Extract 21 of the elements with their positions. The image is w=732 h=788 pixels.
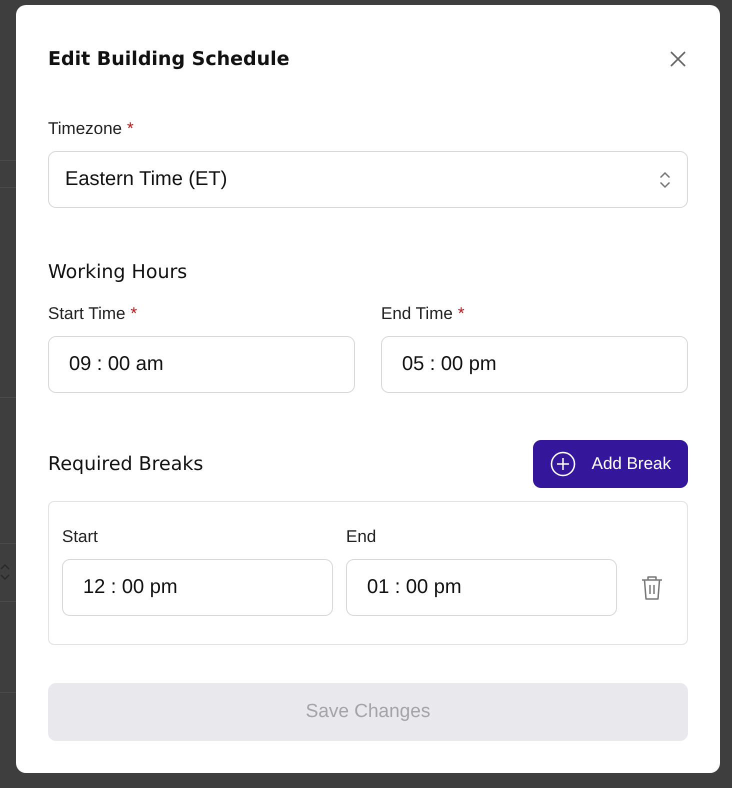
field-label: Start Time [48, 304, 126, 324]
time-field[interactable]: 12 : 00 pm [62, 559, 333, 616]
required-mark: * [130, 304, 138, 324]
time-field[interactable]: 05 : 00 pm [381, 336, 688, 393]
dialog-title: Edit Building Schedule [48, 48, 290, 70]
time-field[interactable]: 01 : 00 pm [346, 559, 617, 616]
add-break-button[interactable]: Add Break [532, 440, 688, 488]
section-heading: Working Hours [48, 261, 188, 283]
field-label: Start [62, 527, 98, 547]
section-heading: Required Breaks [48, 453, 204, 475]
plus-circle-icon [550, 451, 576, 477]
field-label: End Time [381, 304, 453, 324]
chevron-icon [659, 170, 671, 190]
field-label: End [346, 527, 376, 547]
timezone-select[interactable]: Eastern Time (ET) [48, 151, 688, 208]
field-label: Timezone [48, 119, 122, 139]
trash-icon[interactable] [640, 574, 664, 602]
close-button[interactable] [668, 49, 688, 69]
required-mark: * [458, 304, 464, 324]
required-mark: * [127, 119, 134, 139]
time-field[interactable]: 09 : 00 am [48, 336, 355, 393]
